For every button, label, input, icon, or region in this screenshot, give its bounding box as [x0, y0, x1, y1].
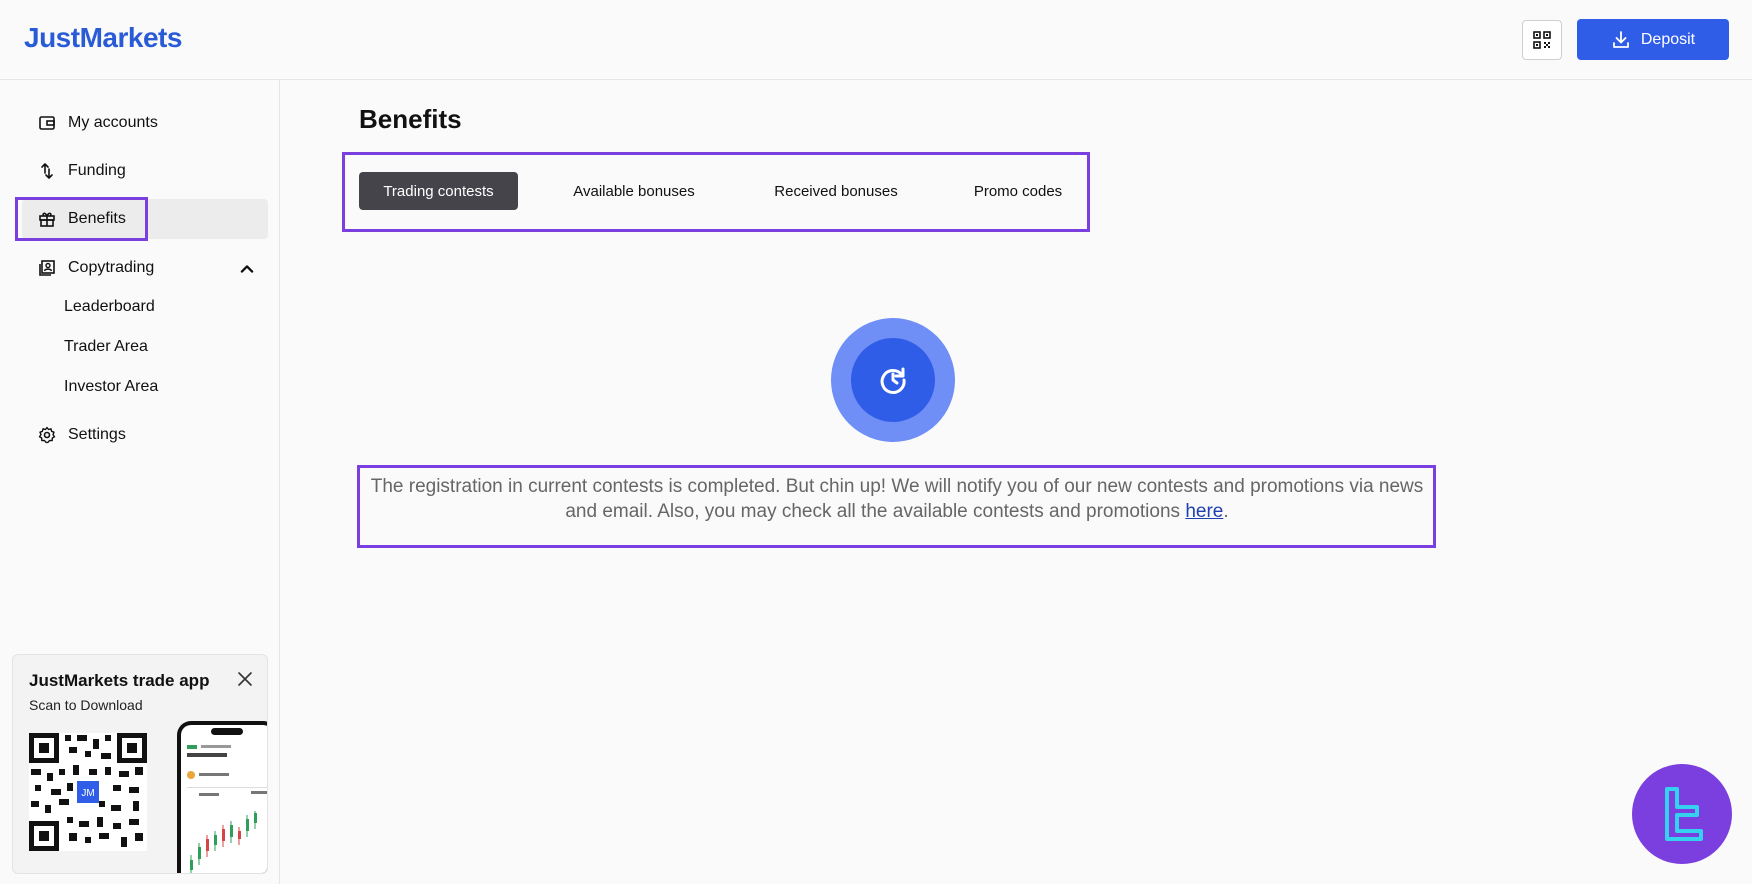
top-header: JustMarkets Deposit: [0, 0, 1752, 80]
promo-subtitle: Scan to Download: [29, 697, 143, 713]
promo-title: JustMarkets trade app: [29, 671, 210, 690]
phone-mockup: [177, 721, 267, 873]
sidebar-item-label: Funding: [68, 162, 126, 179]
app-promo-card: JustMarkets trade app Scan to Download J…: [12, 654, 268, 874]
sidebar-subitem-leaderboard[interactable]: Leaderboard: [64, 298, 155, 316]
qr-badge-text: JM: [81, 788, 94, 799]
qr-code-button[interactable]: [1522, 20, 1562, 60]
sidebar-subitem-trader-area[interactable]: Trader Area: [64, 338, 148, 356]
deposit-label: Deposit: [1640, 30, 1696, 48]
here-link[interactable]: here: [1185, 501, 1223, 522]
app-download-qr: JM: [29, 733, 147, 851]
status-illustration: [831, 318, 955, 442]
sidebar-subitem-investor-area[interactable]: Investor Area: [64, 378, 158, 396]
deposit-button[interactable]: Deposit: [1577, 19, 1729, 60]
sidebar-item-my-accounts[interactable]: My accounts: [22, 103, 268, 143]
justmarkets-logo[interactable]: JustMarkets: [24, 22, 182, 54]
qr-code-icon: [1533, 31, 1551, 49]
arrows-exchange-icon: [41, 163, 53, 179]
watermark-logo: [1632, 764, 1732, 864]
sidebar-item-label: Copytrading: [68, 259, 155, 276]
tc-logo-icon: [1665, 787, 1703, 841]
sidebar-item-label: Settings: [68, 426, 126, 443]
tab-promo-codes[interactable]: Promo codes: [952, 172, 1084, 210]
page-title: Benefits: [359, 104, 462, 134]
sidebar-item-copytrading[interactable]: Copytrading: [22, 248, 268, 288]
close-icon[interactable]: [235, 669, 255, 689]
sidebar-item-funding[interactable]: Funding: [22, 151, 268, 191]
wallet-icon: [39, 116, 55, 130]
message-end: .: [1223, 501, 1229, 522]
download-icon: [1612, 30, 1629, 48]
tab-available-bonuses[interactable]: Available bonuses: [548, 172, 720, 210]
chevron-up-icon[interactable]: [238, 260, 256, 278]
tab-received-bonuses[interactable]: Received bonuses: [750, 172, 922, 210]
clock-refresh-icon: [880, 367, 906, 394]
tab-trading-contests[interactable]: Trading contests: [359, 172, 518, 210]
gift-icon: [39, 212, 55, 227]
message-text: The registration in current contests is …: [370, 476, 1424, 522]
sidebar-item-label: My accounts: [68, 114, 158, 131]
copytrading-icon: [39, 260, 55, 276]
sidebar-item-benefits[interactable]: Benefits: [22, 199, 268, 239]
sidebar: My accounts Funding Benefits Copytrading…: [0, 80, 280, 884]
sidebar-item-label: Benefits: [68, 210, 126, 227]
sidebar-item-settings[interactable]: Settings: [22, 415, 268, 455]
gear-icon: [38, 426, 56, 444]
contests-status-message: The registration in current contests is …: [362, 474, 1432, 524]
